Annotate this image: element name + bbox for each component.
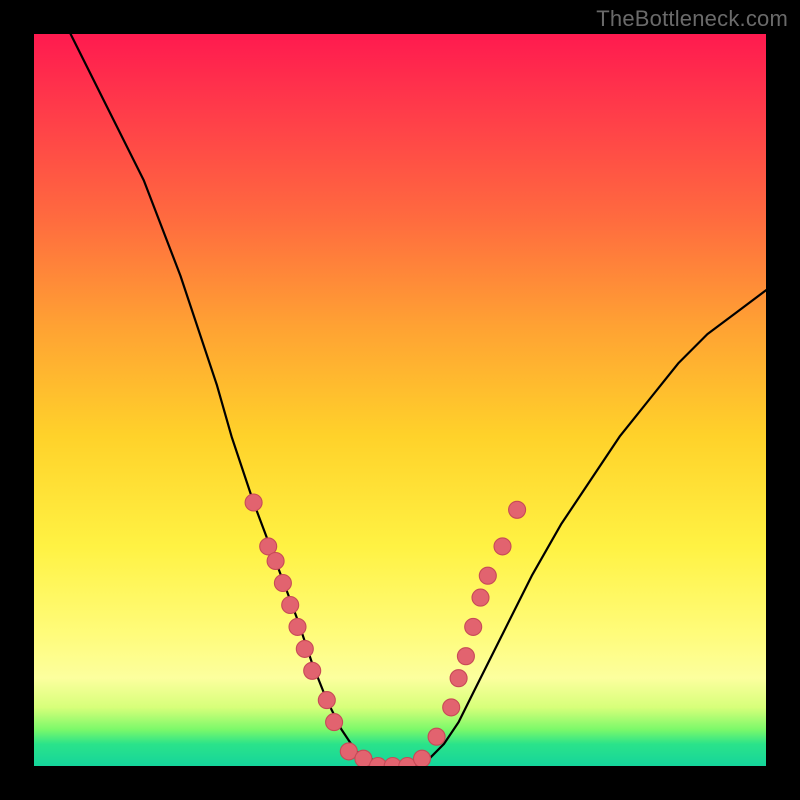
data-point [326,714,343,731]
watermark-text: TheBottleneck.com [596,6,788,32]
data-points [245,494,525,766]
data-point [472,589,489,606]
data-point [509,501,526,518]
data-point [274,575,291,592]
data-point [457,648,474,665]
chart-frame: TheBottleneck.com [0,0,800,800]
data-point [428,728,445,745]
data-point [443,699,460,716]
data-point [289,618,306,635]
data-point [414,750,431,766]
plot-svg [34,34,766,766]
data-point [245,494,262,511]
data-point [304,662,321,679]
data-point [465,618,482,635]
data-point [282,597,299,614]
bottleneck-curve [71,34,766,766]
data-point [450,670,467,687]
data-point [494,538,511,555]
data-point [318,692,335,709]
data-point [479,567,496,584]
plot-area [34,34,766,766]
data-point [267,553,284,570]
data-point [296,640,313,657]
